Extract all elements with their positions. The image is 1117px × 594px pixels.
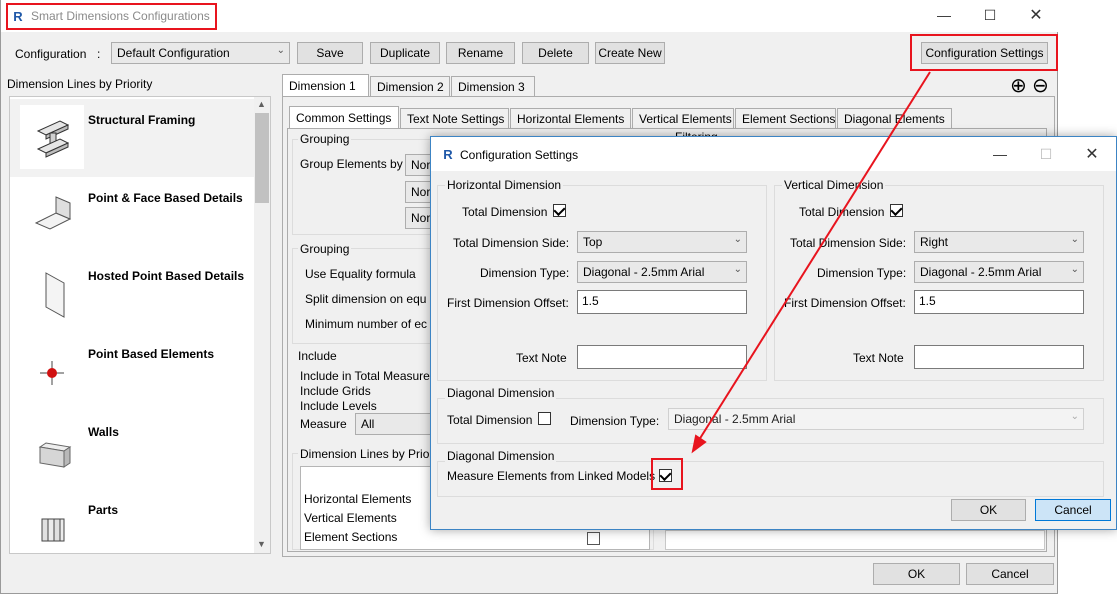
annotation-arrow (691, 71, 931, 454)
